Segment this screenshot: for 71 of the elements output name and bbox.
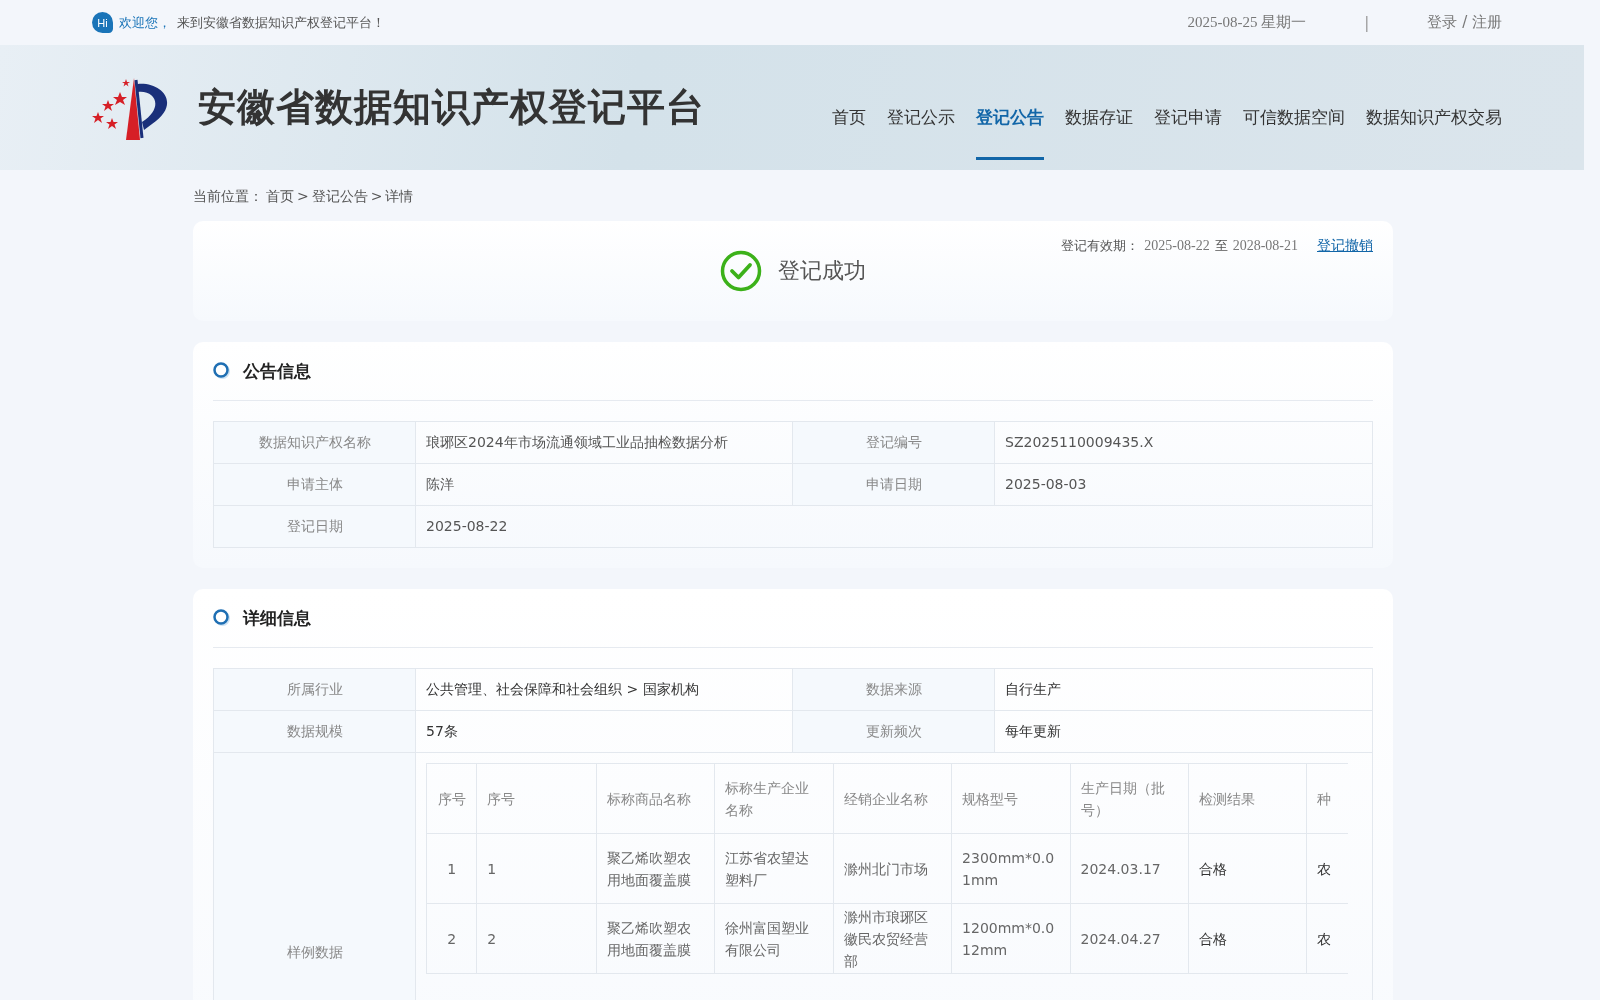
nav-tab[interactable]: 数据存证 (1065, 65, 1133, 160)
field-value: 2025-08-22 (425, 517, 509, 536)
field-value: 每年更新 (1004, 722, 1062, 741)
table-cell: 2300mm*0.01mm (951, 833, 1071, 904)
breadcrumb-separator: > (297, 188, 309, 206)
field-value: SZ2025110009435.X (1004, 433, 1155, 452)
table-cell: 2 (426, 903, 477, 974)
column-header: 经销企业名称 (833, 763, 952, 834)
column-header: 标称生产企业名称 (714, 763, 834, 834)
table-cell: 聚乙烯吹塑农用地面覆盖膜 (596, 833, 715, 904)
breadcrumb-link[interactable]: 首页 (266, 188, 294, 206)
field-value: 自行生产 (1004, 680, 1062, 699)
nav-tab[interactable]: 可信数据空间 (1243, 65, 1345, 160)
column-header: 检测结果 (1188, 763, 1307, 834)
table-cell: 2024.03.17 (1070, 833, 1189, 904)
field-label: 样例数据 (214, 753, 416, 1000)
field-label: 登记日期 (214, 506, 416, 547)
table-cell: 2 (476, 903, 597, 974)
validity-to: 至 (1214, 237, 1228, 255)
breadcrumb-current: 详情 (385, 188, 414, 206)
column-header: 序号 (426, 763, 477, 834)
field-value: 2025-08-03 (1004, 475, 1088, 494)
site-title: 安徽省数据知识产权登记平台 (198, 84, 705, 131)
nav-tab[interactable]: 首页 (832, 65, 866, 160)
field-label: 所属行业 (214, 669, 416, 710)
section-title: 详细信息 (243, 606, 311, 630)
login-register-link[interactable]: 登录 / 注册 (1427, 13, 1502, 32)
section-bullet-icon (213, 609, 231, 627)
field-label: 数据规模 (214, 711, 416, 752)
table-cell: 合格 (1188, 833, 1307, 904)
field-label: 申请日期 (793, 464, 995, 505)
breadcrumb-link[interactable]: 登记公告 (311, 188, 368, 206)
revoke-link[interactable]: 登记撤销 (1317, 237, 1373, 255)
table-cell: 江苏省农望达塑料厂 (714, 833, 834, 904)
column-header: 序号 (476, 763, 597, 834)
nav-tab[interactable]: 登记公示 (887, 65, 955, 160)
table-cell: 聚乙烯吹塑农用地面覆盖膜 (596, 903, 715, 974)
table-cell: 2024.04.27 (1070, 903, 1189, 974)
column-header: 生产日期（批号） (1070, 763, 1189, 834)
nav-tab[interactable]: 登记公告 (976, 65, 1044, 160)
nav-tab[interactable]: 数据知识产权交易 (1366, 65, 1502, 160)
table-cell: 徐州富国塑业有限公司 (714, 903, 834, 974)
welcome-text: 来到安徽省数据知识产权登记平台！ (177, 13, 385, 32)
validity-start: 2025-08-22 (1144, 238, 1210, 254)
separator: | (1364, 13, 1370, 32)
table-cell: 合格 (1188, 903, 1307, 974)
welcome-highlight: 欢迎您， (119, 13, 171, 32)
field-label: 数据知识产权名称 (214, 422, 416, 463)
breadcrumb-separator: > (370, 188, 383, 206)
validity-end: 2028-08-21 (1232, 238, 1298, 254)
section-bullet-icon (213, 362, 231, 380)
column-header: 标称商品名称 (596, 763, 715, 834)
current-date: 2025-08-25 星期一 (1187, 13, 1307, 32)
column-header: 种 (1306, 763, 1348, 834)
table-cell: 1 (476, 833, 597, 904)
column-header: 规格型号 (951, 763, 1071, 834)
field-label: 更新频次 (793, 711, 995, 752)
table-cell: 1200mm*0.012mm (951, 903, 1071, 974)
nav-tab[interactable]: 登记申请 (1154, 65, 1222, 160)
hi-badge: Hi (92, 12, 113, 33)
section-title: 公告信息 (243, 359, 311, 383)
table-cell: 滁州市琅琊区徽民农贸经营部 (833, 903, 952, 974)
table-cell: 1 (426, 833, 477, 904)
breadcrumb-label: 当前位置： (193, 188, 263, 206)
field-label: 申请主体 (214, 464, 416, 505)
status-title: 登记成功 (778, 257, 866, 285)
table-cell: 滁州北门市场 (833, 833, 952, 904)
success-check-icon (720, 250, 762, 292)
field-label: 数据来源 (793, 669, 995, 710)
field-label: 登记编号 (793, 422, 995, 463)
validity-label: 登记有效期： (1061, 237, 1140, 255)
